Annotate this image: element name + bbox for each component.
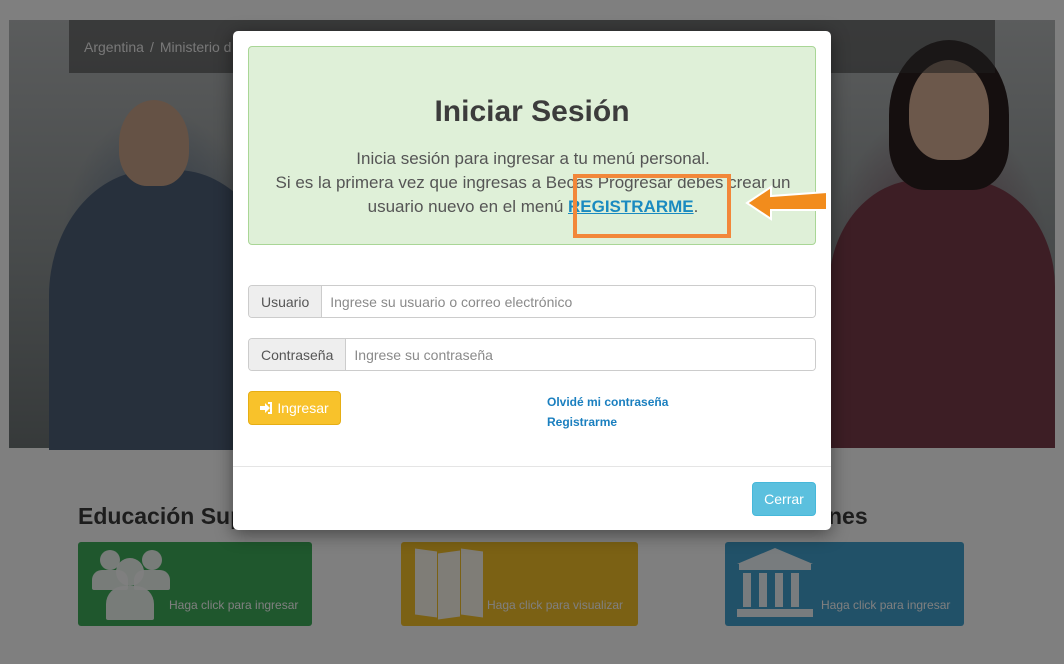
username-input[interactable] bbox=[322, 286, 815, 317]
info-alert: Iniciar Sesión Inicia sesión para ingres… bbox=[248, 46, 828, 245]
forgot-password-link[interactable]: Olvidé mi contraseña bbox=[547, 395, 668, 409]
login-button-label: Ingresar bbox=[277, 400, 329, 416]
login-button[interactable]: Ingresar bbox=[248, 391, 341, 425]
alert-line-1: Inicia sesión para ingresar a tu menú pe… bbox=[356, 149, 710, 168]
modal-divider bbox=[233, 466, 831, 467]
password-input[interactable] bbox=[346, 339, 815, 370]
password-group: Contraseña bbox=[248, 338, 816, 371]
login-modal: Iniciar Sesión Inicia sesión para ingres… bbox=[233, 31, 831, 530]
username-label: Usuario bbox=[249, 286, 323, 317]
username-group: Usuario bbox=[248, 285, 816, 318]
modal-title: Iniciar Sesión bbox=[434, 95, 630, 128]
register-link[interactable]: Registrarme bbox=[547, 415, 617, 429]
password-label: Contraseña bbox=[249, 339, 347, 370]
highlight-box bbox=[573, 174, 731, 238]
close-button[interactable]: Cerrar bbox=[752, 482, 816, 516]
arrow-icon bbox=[745, 185, 828, 221]
sign-in-icon bbox=[260, 402, 273, 414]
